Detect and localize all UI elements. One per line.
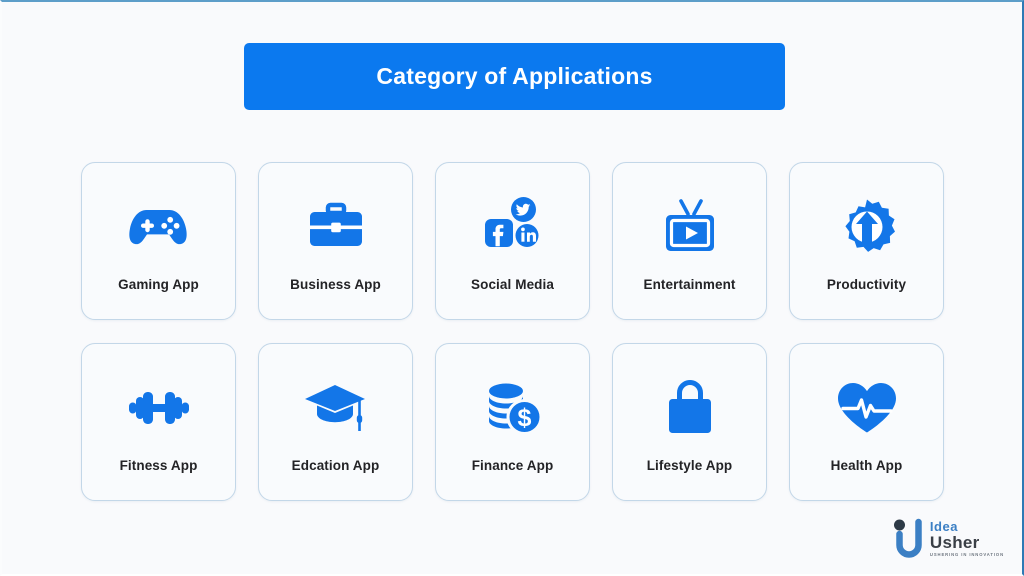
- svg-text:$: $: [517, 404, 531, 432]
- logo-name-top: Idea: [929, 519, 958, 535]
- category-card-label: Social Media: [471, 277, 554, 292]
- game-controller-icon: [128, 191, 190, 263]
- logo-name-bottom: Usher: [929, 533, 980, 553]
- category-card-label: Edcation App: [291, 458, 380, 473]
- category-card-label: Entertainment: [643, 277, 736, 292]
- category-card-label: Finance App: [471, 458, 554, 473]
- twitter-icon: [510, 197, 536, 222]
- category-card-education[interactable]: Edcation App: [258, 343, 413, 501]
- category-card-label: Business App: [290, 277, 381, 292]
- heart-pulse-icon: [836, 372, 898, 444]
- dumbbell-icon: [127, 372, 191, 444]
- category-card-fitness[interactable]: Fitness App: [81, 343, 236, 501]
- logo-wordmark: Idea Usher USHERING IN INNOVATION: [930, 520, 1004, 557]
- category-card-label: Gaming App: [118, 277, 199, 292]
- page-title-banner: Category of Applications: [244, 43, 785, 110]
- gear-arrow-up-icon: [838, 191, 896, 263]
- slide-canvas: Category of Applications Gaming App Busi…: [0, 0, 1024, 576]
- logo-tagline: USHERING IN INNOVATION: [929, 552, 1004, 558]
- brand-logo: Idea Usher USHERING IN INNOVATION: [892, 518, 1004, 560]
- facebook-icon: [484, 219, 513, 247]
- graduation-cap-icon: [304, 372, 368, 444]
- category-card-productivity[interactable]: Productivity: [789, 162, 944, 320]
- social-media-icon: [482, 191, 544, 263]
- category-card-finance[interactable]: $ Finance App: [435, 343, 590, 501]
- category-card-lifestyle[interactable]: Lifestyle App: [612, 343, 767, 501]
- briefcase-icon: [306, 191, 366, 263]
- category-card-gaming[interactable]: Gaming App: [81, 162, 236, 320]
- shopping-bag-icon: [664, 372, 716, 444]
- coins-dollar-icon: $: [483, 372, 543, 444]
- category-card-label: Productivity: [826, 277, 907, 292]
- category-card-label: Health App: [830, 458, 903, 473]
- linkedin-icon: [515, 224, 538, 247]
- category-card-health[interactable]: Health App: [789, 343, 944, 501]
- category-card-label: Fitness App: [119, 458, 198, 473]
- category-card-label: Lifestyle App: [646, 458, 733, 473]
- category-card-business[interactable]: Business App: [258, 162, 413, 320]
- category-card-grid: Gaming App Business App Social Media Ent…: [81, 162, 947, 501]
- page-title: Category of Applications: [376, 63, 653, 89]
- television-play-icon: [661, 191, 719, 263]
- category-card-social-media[interactable]: Social Media: [435, 162, 590, 320]
- idea-usher-mark-icon: [893, 518, 922, 558]
- category-card-entertainment[interactable]: Entertainment: [612, 162, 767, 320]
